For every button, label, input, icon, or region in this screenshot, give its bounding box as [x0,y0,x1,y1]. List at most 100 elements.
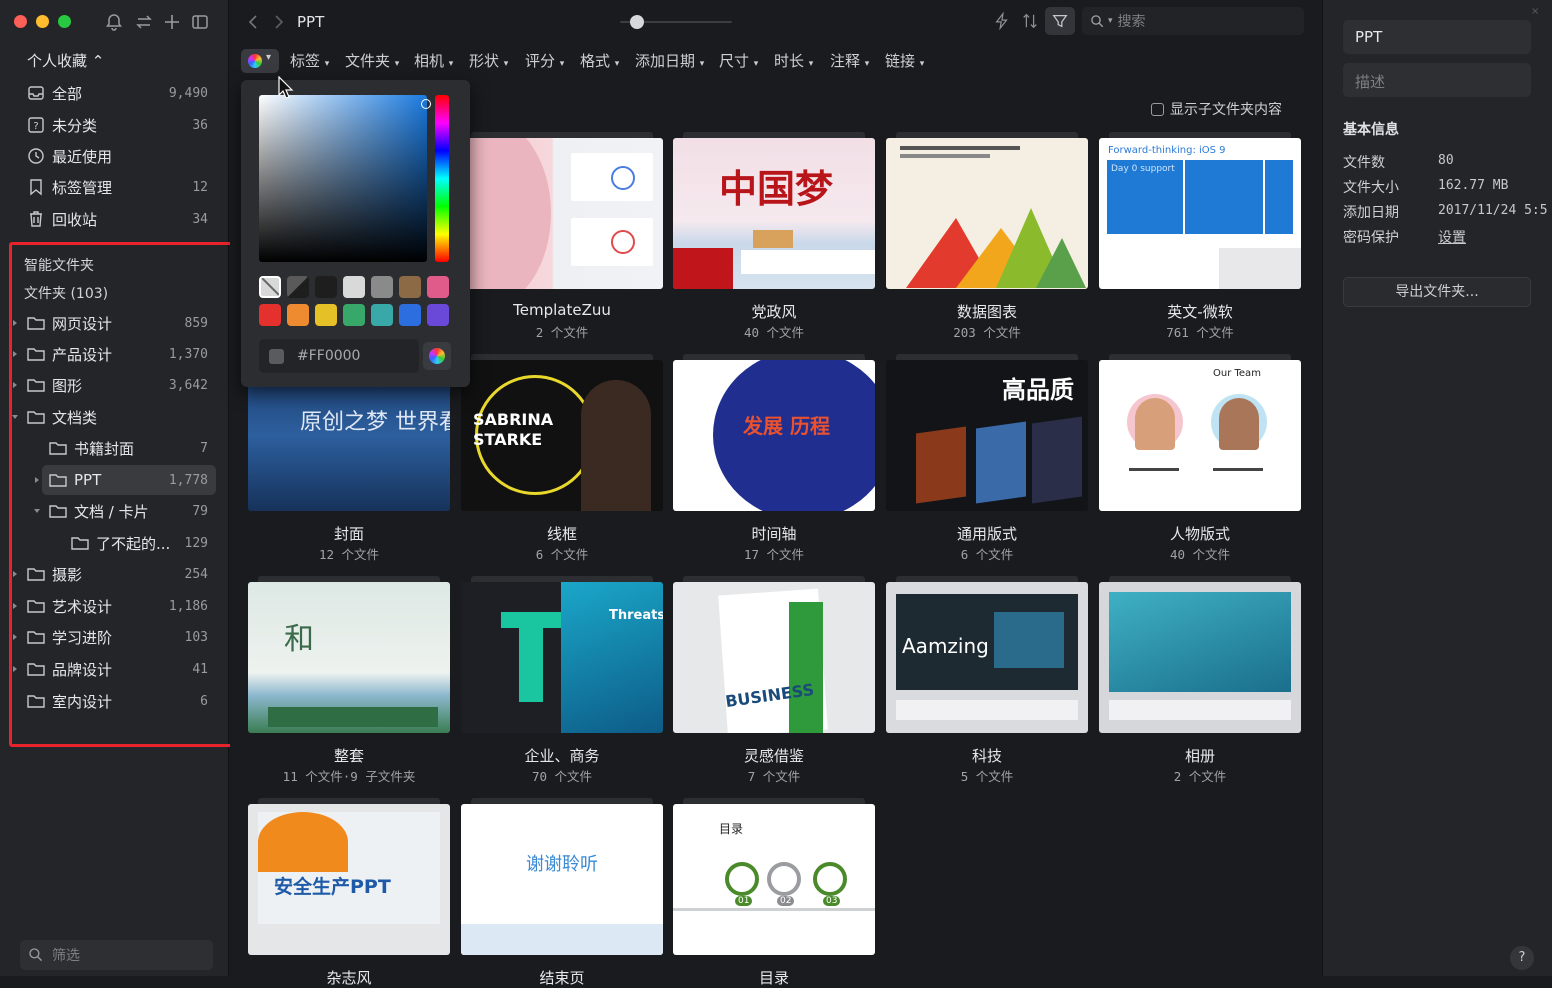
color-swatch[interactable] [343,304,365,326]
folder-name: 企业、商务 [524,747,600,765]
zoom-slider[interactable] [620,15,732,29]
panel-close-icon[interactable]: × [1531,6,1539,17]
color-filter-button[interactable]: ▾ [241,49,279,73]
show-subfolder-checkbox[interactable]: 显示子文件夹内容 [1151,99,1282,119]
filter-duration[interactable]: 时长 ▾ [774,50,813,72]
sidebar-toggle-icon[interactable] [190,12,210,32]
hex-value: #FF0000 [297,348,361,364]
chevron-down-icon: ▾ [1108,16,1113,26]
forward-arrow-icon[interactable] [272,13,286,31]
sidebar-item-all[interactable]: 全部 9,490 [20,78,216,108]
sidebar-filter-input[interactable]: 筛选 [20,940,213,970]
search-field[interactable]: ▾ 搜索 [1082,7,1304,35]
color-swatch[interactable] [371,304,393,326]
folder-thumbnail: 发展 历程 [673,360,875,511]
sidebar-item-count: 12 [192,179,208,195]
color-swatch[interactable] [427,276,449,298]
folder-count: 5 个文件 [960,769,1014,784]
color-swatch[interactable] [315,276,337,298]
color-swatch[interactable] [287,304,309,326]
collection-selector[interactable]: 个人收藏 ⌃ [27,50,104,71]
help-button[interactable]: ? [1510,946,1534,970]
add-icon[interactable] [162,12,182,32]
color-picker-popover: #FF0000 [241,80,470,387]
description-field[interactable]: 描述 [1343,63,1531,97]
minimize-window-button[interactable] [36,15,49,28]
folder-name-field[interactable]: PPT [1343,20,1531,54]
color-swatch[interactable] [343,276,365,298]
page-title: PPT [297,13,325,31]
sidebar-item-uncategorized[interactable]: ? 未分类 36 [20,110,216,140]
color-swatch[interactable] [287,276,309,298]
filter-date-added[interactable]: 添加日期 ▾ [635,50,704,72]
clock-icon [28,148,44,164]
sidebar-item-trash[interactable]: 回收站 34 [20,204,216,234]
lightning-icon[interactable] [993,12,1011,30]
sync-arrows-icon[interactable] [134,12,154,32]
filter-toggle-button[interactable] [1045,7,1075,35]
filter-shape[interactable]: 形状 ▾ [469,50,508,72]
filter-link[interactable]: 链接 ▾ [885,50,924,72]
color-swatch[interactable] [399,304,421,326]
color-swatch[interactable] [399,276,421,298]
sort-icon[interactable] [1021,12,1039,30]
saturation-brightness-area[interactable] [259,95,427,262]
folder-count: 17 个文件 [743,547,805,562]
svg-text:?: ? [33,121,38,132]
folder-thumbnail [461,138,663,289]
checkbox-box[interactable] [1151,102,1164,116]
bell-icon[interactable] [104,12,124,32]
folder-count: 2 个文件 [1173,769,1227,784]
search-placeholder: 搜索 [1117,14,1146,30]
color-swatch[interactable] [427,304,449,326]
folder-name: 通用版式 [956,525,1017,543]
color-wheel-button[interactable] [423,342,451,370]
folder-thumbnail: 谢谢聆听 [461,804,663,955]
folder-count: 2 个文件 [535,325,589,340]
filter-size[interactable]: 尺寸 ▾ [719,50,758,72]
section-header: 基本信息 [1343,122,1399,138]
filter-folder[interactable]: 文件夹 ▾ [345,50,399,72]
folder-count: 203 个文件 [953,325,1021,340]
folder-thumbnail: 和 [248,582,450,733]
info-key: 密码保护 [1343,230,1399,246]
color-swatch[interactable] [315,304,337,326]
info-key: 添加日期 [1343,205,1399,221]
sidebar-item-tags[interactable]: 标签管理 12 [20,172,216,202]
folder-count: 40 个文件 [1169,547,1231,562]
filter-camera[interactable]: 相机 ▾ [414,50,453,72]
folder-thumbnail [1099,582,1301,733]
folder-count: 6 个文件 [960,547,1014,562]
folder-name: 结束页 [539,969,585,987]
color-swatch[interactable] [259,304,281,326]
zoom-window-button[interactable] [58,15,71,28]
folder-thumbnail [886,138,1088,289]
filter-placeholder: 筛选 [52,948,80,964]
password-setup-link[interactable]: 设置 [1438,227,1466,247]
folder-name: 英文-微软 [1167,303,1233,321]
back-arrow-icon[interactable] [246,13,260,31]
color-swatch[interactable] [371,276,393,298]
folder-name: 线框 [546,525,577,543]
folder-name: 封面 [333,525,364,543]
sidebar-item-count: 9,490 [168,85,208,101]
filter-format[interactable]: 格式 ▾ [580,50,619,72]
folder-name: 相册 [1184,747,1215,765]
sidebar-item-recent[interactable]: 最近使用 [20,141,216,171]
filter-rating[interactable]: 评分 ▾ [525,50,564,72]
hex-input[interactable]: #FF0000 [259,339,419,373]
color-selector-handle[interactable] [421,99,431,109]
sidebar-item-label: 未分类 [52,116,98,135]
no-color-swatch[interactable] [259,276,281,298]
folder-name: 时间轴 [751,525,797,543]
zoom-slider-knob[interactable] [630,15,644,29]
folder-thumbnail: 高品质 [886,360,1088,511]
export-folder-button[interactable]: 导出文件夹... [1343,277,1531,307]
inspector-panel: × PPT 描述 基本信息 文件数 80 文件大小 162.77 MB 添加日期… [1322,0,1552,976]
close-window-button[interactable] [14,15,27,28]
hue-slider[interactable] [435,95,449,262]
folder-count: 11 个文件·9 子文件夹 [282,769,416,784]
filter-tags[interactable]: 标签 ▾ [290,50,329,72]
filter-notes[interactable]: 注释 ▾ [830,50,869,72]
folder-name: 科技 [971,747,1002,765]
